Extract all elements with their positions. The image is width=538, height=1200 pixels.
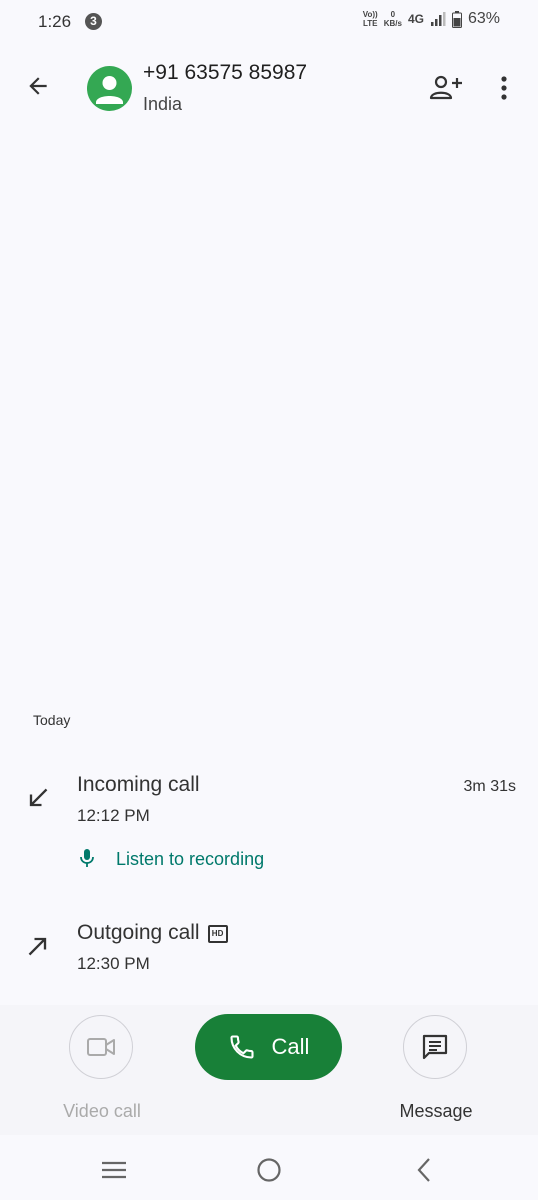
status-time: 1:26	[38, 12, 72, 31]
call-duration: 3m 31s	[463, 778, 516, 795]
call-type: Outgoing call HD	[77, 921, 228, 945]
message-icon	[422, 1034, 448, 1060]
battery-icon	[451, 10, 462, 28]
recents-button[interactable]	[94, 1150, 134, 1190]
call-time: 12:12 PM	[77, 806, 150, 825]
network-type: 4G	[407, 12, 424, 26]
app-bar: +91 63575 85987 India	[0, 52, 538, 124]
home-button[interactable]	[249, 1150, 289, 1190]
data-speed: 0 KB/s	[383, 10, 402, 28]
person-add-icon	[429, 75, 462, 100]
status-bar: 1:26 3 Vo)) LTE 0 KB/s 4G 63%	[0, 0, 538, 44]
videocam-icon	[87, 1038, 115, 1056]
outgoing-call-icon	[22, 930, 54, 962]
more-options-button[interactable]	[486, 68, 522, 108]
battery-percentage: 63%	[467, 10, 500, 27]
listen-to-recording-button[interactable]: Listen to recording	[78, 848, 264, 870]
mic-icon	[80, 849, 94, 867]
back-button[interactable]	[18, 66, 58, 106]
notification-count-badge: 3	[85, 13, 102, 30]
call-entry-outgoing[interactable]: Outgoing call HD 12:30 PM	[0, 908, 538, 988]
listen-to-recording-label: Listen to recording	[116, 848, 265, 869]
video-call-label: Video call	[63, 1101, 141, 1121]
volte-icon: Vo)) LTE	[362, 10, 378, 28]
call-button[interactable]: Call	[195, 1014, 342, 1080]
call-type: Incoming call	[77, 773, 200, 796]
contact-number: +91 63575 85987	[143, 61, 308, 84]
call-label: Call	[271, 1034, 310, 1059]
hd-voice-icon: HD	[207, 925, 228, 943]
person-icon	[96, 76, 123, 104]
call-time: 12:30 PM	[77, 954, 150, 973]
signal-icon	[430, 12, 446, 26]
chevron-left-icon	[417, 1158, 430, 1182]
more-vert-icon	[501, 76, 507, 100]
message-button[interactable]	[403, 1015, 467, 1079]
call-entry-incoming[interactable]: Incoming call 12:12 PM 3m 31s	[0, 760, 538, 840]
contact-avatar	[87, 66, 132, 111]
video-call-button[interactable]	[69, 1015, 133, 1079]
phone-icon	[229, 1035, 254, 1059]
incoming-call-icon	[22, 782, 54, 814]
status-icons: Vo)) LTE 0 KB/s 4G 63%	[363, 10, 500, 28]
home-circle-icon	[257, 1158, 281, 1182]
contact-location: India	[143, 94, 183, 114]
arrow-back-icon	[29, 77, 47, 95]
add-contact-button[interactable]	[426, 68, 466, 108]
back-nav-button[interactable]	[404, 1150, 444, 1190]
action-bar: Video call Call Message	[0, 1005, 538, 1135]
system-nav-bar	[0, 1140, 538, 1200]
message-label: Message	[399, 1101, 473, 1121]
history-date-label: Today	[33, 712, 71, 728]
menu-icon	[102, 1161, 126, 1179]
